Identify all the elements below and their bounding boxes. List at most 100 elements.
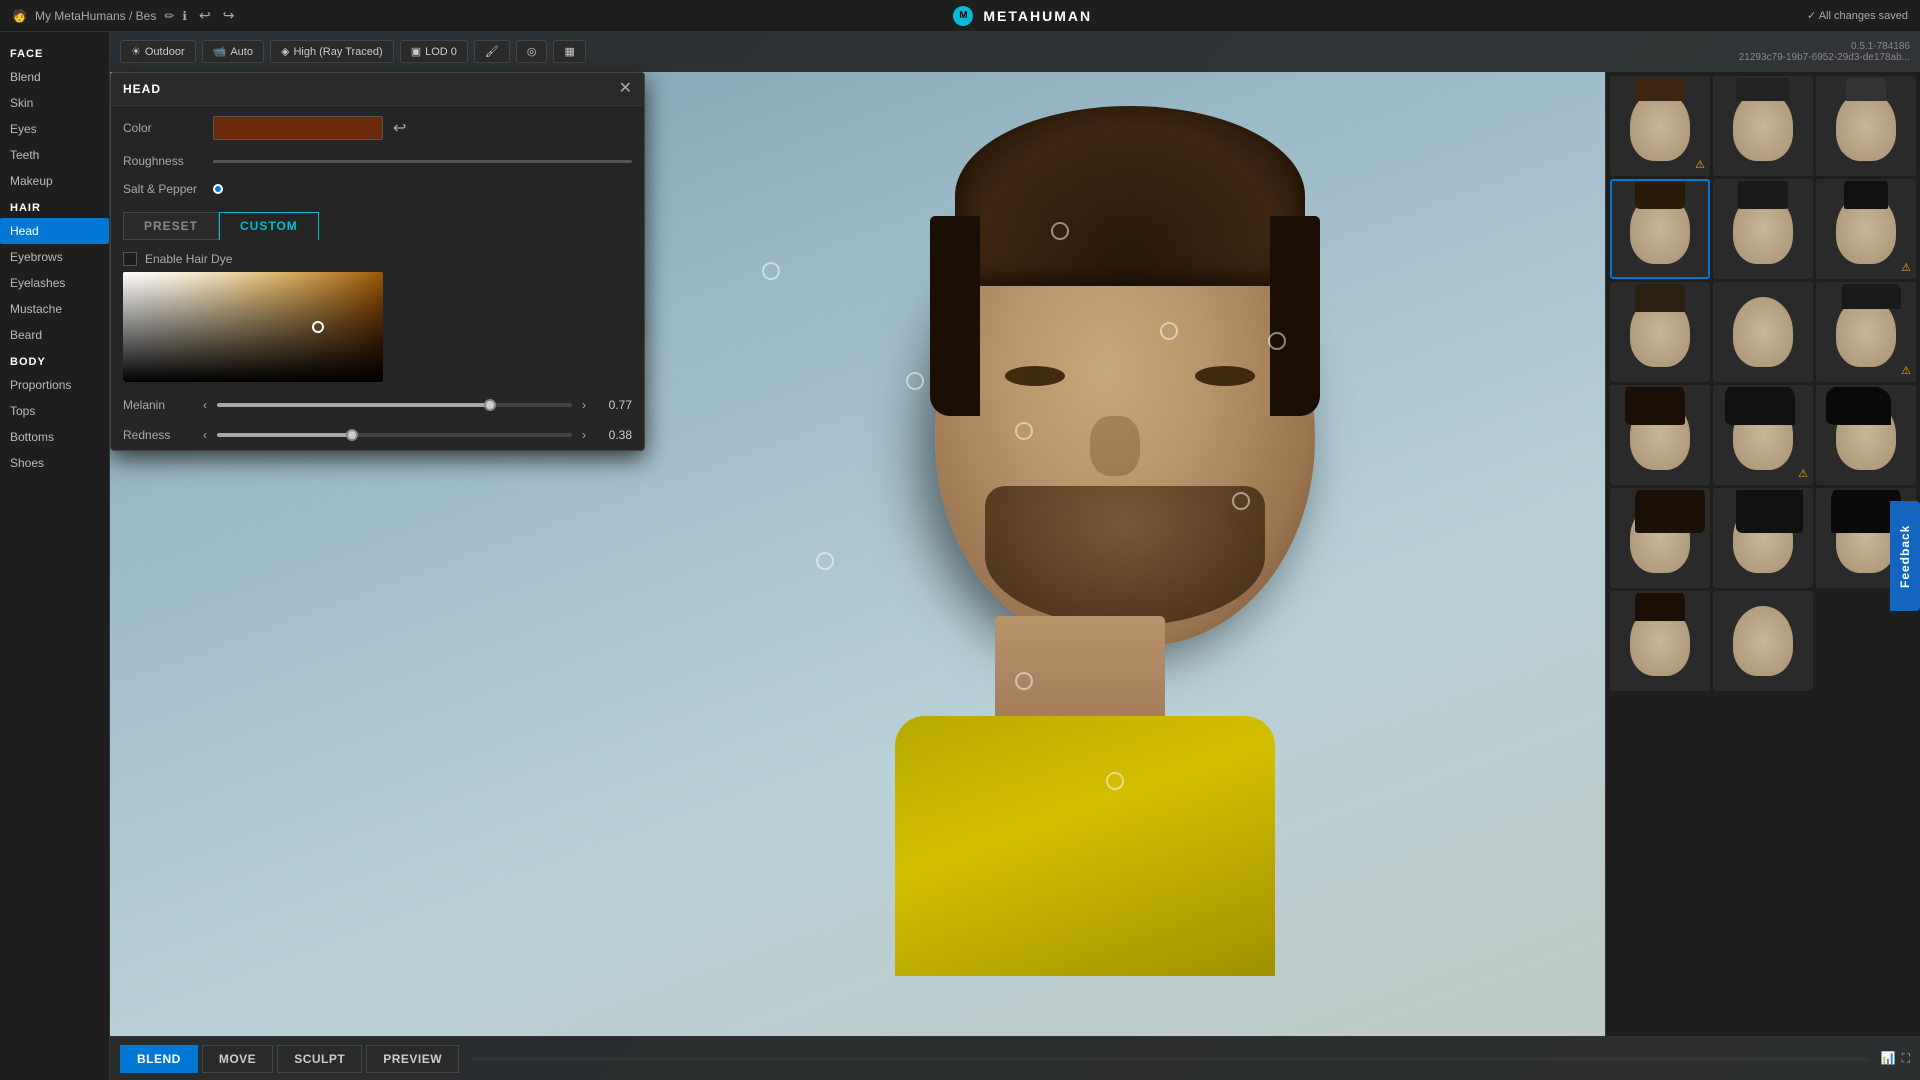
sidebar-item-makeup[interactable]: Makeup [0,168,109,194]
salt-pepper-slider-thumb[interactable] [213,184,223,194]
roughness-slider[interactable] [213,160,632,163]
melanin-decrease-button[interactable]: ‹ [201,396,209,414]
breadcrumb: My MetaHumans / Bes [35,9,156,23]
hair-item-13[interactable] [1610,488,1710,588]
edit-icon[interactable]: ✏ [164,9,174,23]
brush-icon: 🖌 [485,45,499,58]
hair-item-10[interactable] [1610,385,1710,485]
hair-item-1[interactable]: ⚠ [1610,76,1710,176]
gradient-dark-layer [123,272,383,382]
undo-button[interactable]: ↩ [195,5,215,26]
sidebar-item-shoes[interactable]: Shoes [0,450,109,476]
body-section-label: BODY [0,348,109,372]
topbar-left: 🧑 My MetaHumans / Bes ✏ ℹ ↩ ↪ [12,5,238,26]
sidebar-item-mustache[interactable]: Mustache [0,296,109,322]
redness-thumb[interactable] [346,429,358,441]
hair-item-8[interactable] [1713,282,1813,382]
clothing-mesh [895,716,1275,976]
sidebar-item-beard[interactable]: Beard [0,322,109,348]
sidebar-item-proportions[interactable]: Proportions [0,372,109,398]
face-section-label: FACE [0,40,109,64]
hair-item-6[interactable]: ⚠ [1816,179,1916,279]
app-title: METAHUMAN [983,8,1092,24]
sculpt-dot-ear[interactable] [762,262,780,280]
tab-blend[interactable]: BLEND [120,1045,198,1073]
redness-slider[interactable] [217,433,572,437]
melanin-increase-button[interactable]: › [580,396,588,414]
color-gradient-box[interactable] [123,272,383,382]
melanin-thumb[interactable] [484,399,496,411]
expand-icon[interactable]: ⛶ [1902,1051,1910,1066]
sidebar-item-eyebrows[interactable]: Eyebrows [0,244,109,270]
feedback-tab-button[interactable]: Feedback [1890,501,1920,611]
warn-badge-6: ⚠ [1901,261,1911,274]
sculpt-icon: ◎ [527,45,537,58]
feedback-tab[interactable]: Feedback [1890,501,1920,611]
outdoor-label: Outdoor [145,46,185,58]
hair-item-4[interactable] [1610,179,1710,279]
hair-item-16[interactable] [1610,591,1710,691]
enable-hair-dye-checkbox[interactable] [123,252,137,266]
hair-grid: ⚠ [1610,76,1916,691]
color-picker-area[interactable] [123,272,632,382]
preset-custom-tabs: PRESET CUSTOM [111,206,644,246]
sculpt-dot-mouth[interactable] [1015,422,1033,440]
redness-increase-button[interactable]: › [580,426,588,444]
sidebar-item-bottoms[interactable]: Bottoms [0,424,109,450]
color-reset-button[interactable]: ↩ [393,118,406,138]
salt-pepper-row: Salt & Pepper [111,178,644,206]
tab-sculpt[interactable]: SCULPT [277,1045,362,1073]
color-swatch[interactable] [213,116,383,140]
sidebar-item-tops[interactable]: Tops [0,398,109,424]
chart-icon[interactable]: 📊 [1881,1051,1896,1066]
hair-item-5[interactable] [1713,179,1813,279]
auto-button[interactable]: 📹 Auto [202,40,264,63]
melanin-slider[interactable] [217,403,572,407]
sculpt-dot-neck[interactable] [1015,672,1033,690]
sidebar-item-eyes[interactable]: Eyes [0,116,109,142]
custom-tab[interactable]: CUSTOM [219,212,319,240]
sculpt-dot-chin[interactable] [816,552,834,570]
tab-preview[interactable]: PREVIEW [366,1045,459,1073]
hair-item-12[interactable] [1816,385,1916,485]
salt-pepper-label: Salt & Pepper [123,182,203,196]
hair-item-7[interactable] [1610,282,1710,382]
hair-item-14[interactable] [1713,488,1813,588]
sculpt-dot-shoulder[interactable] [1106,772,1124,790]
hair-item-11[interactable]: ⚠ [1713,385,1813,485]
nose-shadow [1090,416,1140,476]
sidebar-item-head[interactable]: Head [0,218,109,244]
hair-item-17[interactable] [1713,591,1813,691]
sculpt-dot-cheek-right[interactable] [1160,322,1178,340]
sidebar-item-blend[interactable]: Blend [0,64,109,90]
brush-button[interactable]: 🖌 [474,40,510,63]
redness-decrease-button[interactable]: ‹ [201,426,209,444]
viewport-toolbar: ☀ Outdoor 📹 Auto ◈ High (Ray Traced) ▣ L… [110,32,1920,72]
sidebar-item-skin[interactable]: Skin [0,90,109,116]
enable-hair-dye-label: Enable Hair Dye [145,252,232,266]
outdoor-icon: ☀ [131,45,141,58]
sidebar-item-teeth[interactable]: Teeth [0,142,109,168]
quality-button[interactable]: ◈ High (Ray Traced) [270,40,394,63]
hair-item-2[interactable] [1713,76,1813,176]
topbar: 🧑 My MetaHumans / Bes ✏ ℹ ↩ ↪ M METAHUMA… [0,0,1920,32]
hair-grid-container[interactable]: ⚠ [1606,72,1920,1036]
sculpt-button[interactable]: ◎ [516,40,548,63]
lod-button[interactable]: ▣ LOD 0 [400,40,468,63]
outdoor-button[interactable]: ☀ Outdoor [120,40,196,63]
metahuman-logo-icon: M [953,6,973,26]
preset-tab[interactable]: PRESET [123,212,219,240]
redo-button[interactable]: ↪ [219,5,239,26]
camera-icon: 📹 [213,45,227,58]
eye-right [1195,366,1255,386]
head-panel-close-button[interactable]: ✕ [619,81,632,97]
hair-item-9[interactable]: ⚠ [1816,282,1916,382]
info-icon[interactable]: ℹ [182,9,187,23]
hair-item-3[interactable] [1816,76,1916,176]
grid-view-button[interactable]: ▦ [553,40,585,63]
viewport-info: 0.5.1-784186 21293c79-19b7-6952-29d3-de1… [1739,41,1910,63]
hair-panel: ⚠ [1605,72,1920,1036]
tab-move[interactable]: MOVE [202,1045,273,1073]
warn-badge-9: ⚠ [1901,364,1911,377]
sidebar-item-eyelashes[interactable]: Eyelashes [0,270,109,296]
